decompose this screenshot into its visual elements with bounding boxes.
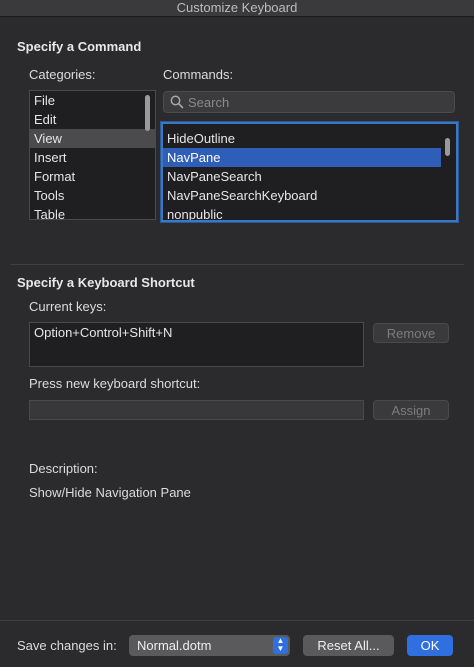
current-keys-label: Current keys: xyxy=(29,299,107,314)
window-title: Customize Keyboard xyxy=(0,0,474,17)
specify-command-title: Specify a Command xyxy=(17,39,142,54)
commands-label: Commands: xyxy=(163,67,234,82)
command-item-nonpublic[interactable]: nonpublic xyxy=(163,205,456,220)
search-input[interactable] xyxy=(186,93,450,112)
new-shortcut-label: Press new keyboard shortcut: xyxy=(29,376,201,391)
save-changes-select[interactable]: Normal.dotm ▲ ▼ xyxy=(129,635,290,656)
specify-shortcut-title: Specify a Keyboard Shortcut xyxy=(17,275,195,290)
categories-label: Categories: xyxy=(29,67,96,82)
category-item-tools[interactable]: Tools xyxy=(30,186,155,205)
description-text: Show/Hide Navigation Pane xyxy=(29,485,191,500)
commands-list[interactable]: HideOutline NavPane NavPaneSearch NavPan… xyxy=(161,122,458,222)
section-divider xyxy=(10,264,464,265)
current-keys-box[interactable]: Option+Control+Shift+N xyxy=(29,322,364,367)
commands-scrollbar[interactable] xyxy=(445,138,450,156)
assign-button[interactable]: Assign xyxy=(373,400,449,420)
current-keys-value: Option+Control+Shift+N xyxy=(34,325,173,340)
up-down-arrows-icon: ▲ ▼ xyxy=(273,637,288,654)
category-item-format[interactable]: Format xyxy=(30,167,155,186)
category-item-view[interactable]: View xyxy=(30,129,155,148)
customize-keyboard-window: Customize Keyboard Specify a Command Cat… xyxy=(0,0,474,667)
search-field[interactable] xyxy=(163,91,455,113)
category-item-table[interactable]: Table xyxy=(30,205,155,219)
category-item-edit[interactable]: Edit xyxy=(30,110,155,129)
command-item-navpanesearch[interactable]: NavPaneSearch xyxy=(163,167,456,186)
category-item-insert[interactable]: Insert xyxy=(30,148,155,167)
description-label: Description: xyxy=(29,461,98,476)
save-changes-value: Normal.dotm xyxy=(137,638,212,653)
command-item-hideoutline[interactable]: HideOutline xyxy=(163,129,456,148)
ok-button[interactable]: OK xyxy=(407,635,453,656)
new-shortcut-input[interactable] xyxy=(29,400,364,420)
save-changes-label: Save changes in: xyxy=(17,638,117,653)
reset-all-button[interactable]: Reset All... xyxy=(303,635,394,656)
categories-scrollbar[interactable] xyxy=(145,95,150,131)
command-item-navpanesearchkeyboard[interactable]: NavPaneSearchKeyboard xyxy=(163,186,456,205)
remove-button[interactable]: Remove xyxy=(373,323,449,343)
categories-list[interactable]: File Edit View Insert Format Tools Table xyxy=(29,90,156,220)
footer-divider xyxy=(0,620,474,621)
search-icon xyxy=(170,95,184,109)
command-item-navpane[interactable]: NavPane xyxy=(163,148,441,167)
category-item-file[interactable]: File xyxy=(30,91,155,110)
